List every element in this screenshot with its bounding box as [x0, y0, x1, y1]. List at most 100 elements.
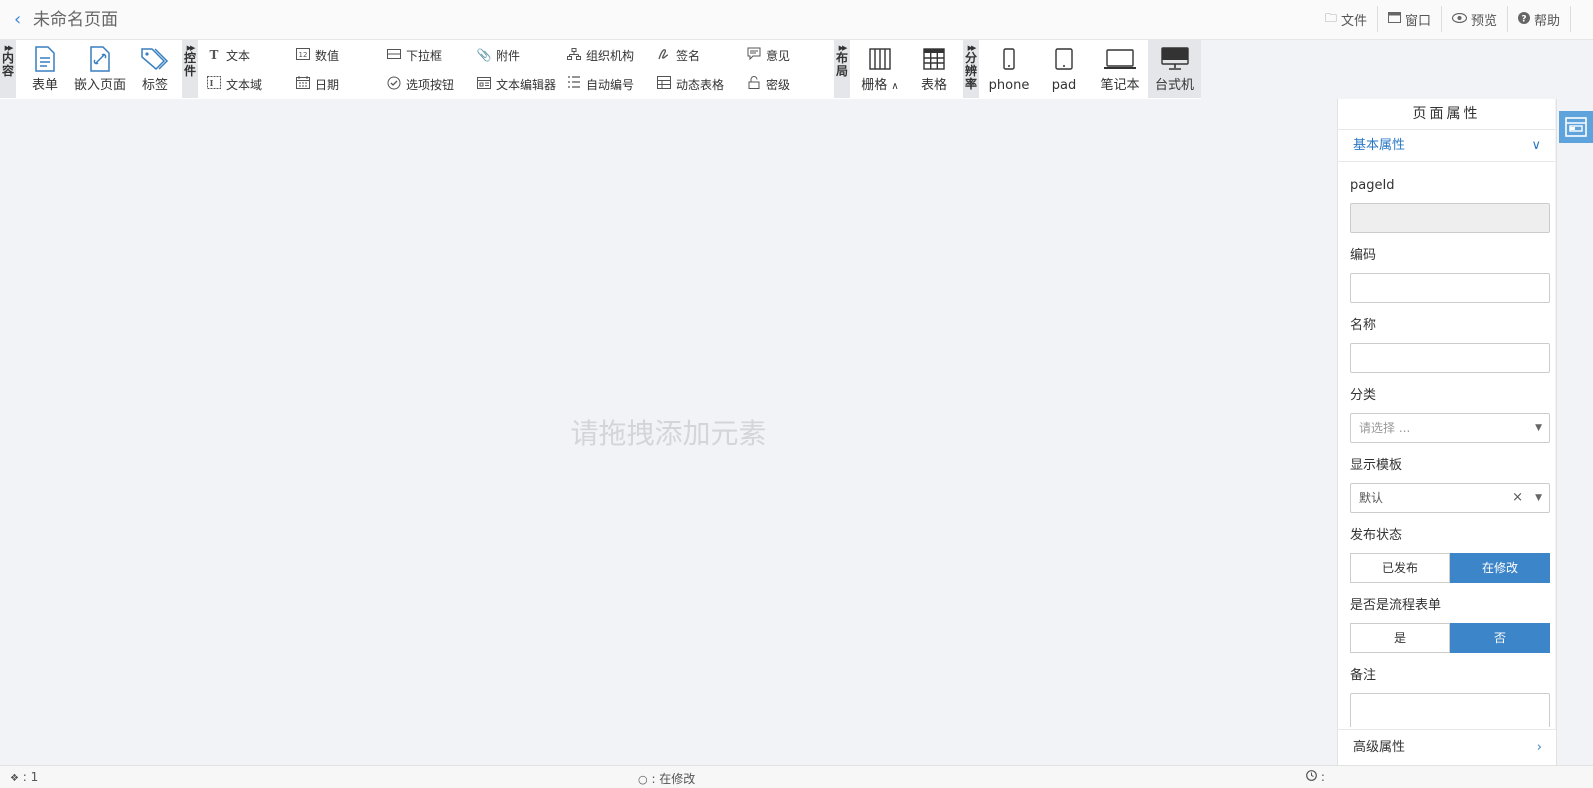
advanced-properties-label: 高级属性 [1353, 740, 1406, 755]
control-auto-number[interactable]: 自动编号 [566, 73, 634, 95]
flow-yes-option[interactable]: 是 [1350, 623, 1450, 653]
name-input[interactable] [1350, 343, 1550, 373]
advanced-properties-section[interactable]: 高级属性 › [1338, 729, 1556, 765]
control-label: 密级 [766, 77, 791, 92]
file-menu-button[interactable]: 🗀 文件 [1315, 6, 1378, 32]
group-resolution[interactable]: ▶▶ 分辨率 [963, 40, 979, 98]
publish-status-toggle: 已发布 在修改 [1350, 553, 1550, 583]
status-bar: ❖ : 1 ○ : 在修改 : [0, 765, 1593, 788]
basic-properties-label: 基本属性 [1353, 138, 1406, 153]
group-resolution-label: 分辨率 [964, 51, 977, 91]
control-date[interactable]: 日期 [295, 73, 339, 95]
control-label: 自动编号 [586, 77, 635, 92]
grid-label: 栅格 ∧ [856, 78, 904, 95]
control-organization[interactable]: 组织机构 [566, 44, 634, 66]
basic-properties-section[interactable]: 基本属性 ∨ [1338, 130, 1555, 162]
group-controls[interactable]: ▶▶ 控件 [182, 40, 198, 98]
tag-button[interactable]: 标签 [138, 40, 172, 98]
form-icon [28, 40, 62, 78]
control-label: 文本编辑器 [496, 77, 557, 92]
control-number[interactable]: 12 数值 [295, 44, 339, 66]
control-textarea[interactable]: I 文本域 [206, 73, 262, 95]
caret-down-icon: ▼ [1535, 423, 1542, 433]
code-label: 编码 [1350, 248, 1377, 263]
text-icon: T [209, 48, 219, 62]
element-count-text: : 1 [22, 770, 39, 784]
group-layout[interactable]: ▶▶ 布局 [834, 40, 850, 98]
file-menu-label: 文件 [1340, 13, 1367, 29]
time-status-text: : [1320, 770, 1325, 784]
chevron-left-icon[interactable]: ‹ [14, 9, 21, 31]
category-select[interactable]: 请选择 ... ▼ [1350, 413, 1550, 443]
control-label: 选项按钮 [406, 77, 455, 92]
control-label: 文本 [226, 48, 251, 63]
grid-label-text: 栅格 [861, 78, 888, 93]
template-field: 显示模板 默认 × ▼ [1350, 457, 1550, 513]
remark-textarea[interactable] [1350, 693, 1550, 727]
control-security-level[interactable]: 密级 [746, 73, 790, 95]
comment-icon [746, 47, 762, 63]
flow-form-toggle: 是 否 [1350, 623, 1550, 653]
template-value: 默认 [1359, 491, 1384, 505]
editing-option[interactable]: 在修改 [1450, 553, 1550, 583]
window-menu-button[interactable]: 窗口 [1378, 6, 1442, 32]
chevron-right-icon: › [1536, 740, 1542, 755]
control-opinion[interactable]: 意见 [746, 44, 790, 66]
table-grid-icon [917, 40, 951, 78]
table-layout-button[interactable]: 表格 [917, 40, 951, 98]
help-button[interactable]: ? 帮助 [1508, 6, 1571, 32]
clear-icon[interactable]: × [1512, 484, 1523, 512]
embed-page-label: 嵌入页面 [73, 78, 126, 93]
window-icon [1387, 12, 1401, 26]
clock-icon [1306, 770, 1321, 784]
control-attachment[interactable]: 📎 附件 [476, 44, 521, 66]
drop-hint: 请拖拽添加元素 [570, 417, 767, 450]
publish-status-label: 发布状态 [1350, 528, 1403, 543]
chevron-down-icon: ∨ [1531, 138, 1541, 153]
number-icon: 12 [295, 47, 311, 63]
eye-icon [1451, 12, 1468, 26]
tag-label: 标签 [141, 78, 168, 93]
control-dropdown[interactable]: 下拉框 [386, 44, 442, 66]
paperclip-icon: 📎 [476, 48, 492, 62]
resolution-laptop-button[interactable]: 笔记本 [1095, 40, 1145, 98]
table-icon [656, 76, 672, 92]
flow-no-option[interactable]: 否 [1450, 623, 1550, 653]
tablet-icon [1044, 40, 1084, 78]
resolution-pad-button[interactable]: pad [1044, 40, 1084, 98]
control-label: 动态表格 [676, 77, 725, 92]
form-button[interactable]: 表单 [28, 40, 62, 98]
edit-status: ○ : 在修改 [638, 770, 695, 787]
control-radio[interactable]: 选项按钮 [386, 73, 454, 95]
embed-page-button[interactable]: 嵌入页面 [71, 40, 129, 98]
control-dynamic-table[interactable]: 动态表格 [656, 73, 724, 95]
lock-icon [746, 76, 762, 92]
design-canvas[interactable]: 请拖拽添加元素 [0, 99, 1337, 765]
tag-icon [138, 40, 172, 78]
desktop-icon [1148, 40, 1201, 78]
group-controls-label: 控件 [183, 51, 196, 78]
control-signature[interactable]: 签名 [656, 44, 700, 66]
properties-panel-icon[interactable] [1559, 111, 1593, 143]
resolution-desktop-button[interactable]: 台式机 [1148, 40, 1201, 98]
preview-button[interactable]: 预览 [1442, 6, 1508, 32]
toolbar: ▶▶ 内容 表单 嵌入页面 标签 ▶▶ 控件 T 文本 12 数值 下拉框 📎 附件 … [0, 40, 1201, 99]
group-content[interactable]: ▶▶ 内容 [0, 40, 16, 98]
published-option[interactable]: 已发布 [1350, 553, 1450, 583]
name-label: 名称 [1350, 318, 1377, 333]
control-text[interactable]: T 文本 [206, 44, 250, 66]
resolution-phone-button[interactable]: phone [985, 40, 1033, 98]
grid-button[interactable]: 栅格 ∧ [856, 40, 904, 98]
app-header: ‹ 未命名页面 🗀 文件 窗口 预览 ? 帮助 [0, 0, 1593, 40]
list-icon [566, 76, 582, 92]
control-rich-editor[interactable]: 文本编辑器 [476, 73, 556, 95]
template-select[interactable]: 默认 × ▼ [1350, 483, 1550, 513]
svg-text:12: 12 [299, 51, 308, 59]
edit-status-text: : 在修改 [651, 772, 696, 786]
group-content-label: 内容 [1, 51, 14, 78]
grid-columns-icon [856, 40, 904, 78]
code-input[interactable] [1350, 273, 1550, 303]
control-label: 附件 [496, 48, 521, 63]
properties-panel: 页面属性 基本属性 ∨ pageId 编码 名称 分类 请选择 ... ▼ 显示… [1337, 99, 1556, 765]
caret-down-icon: ▼ [1535, 493, 1542, 503]
